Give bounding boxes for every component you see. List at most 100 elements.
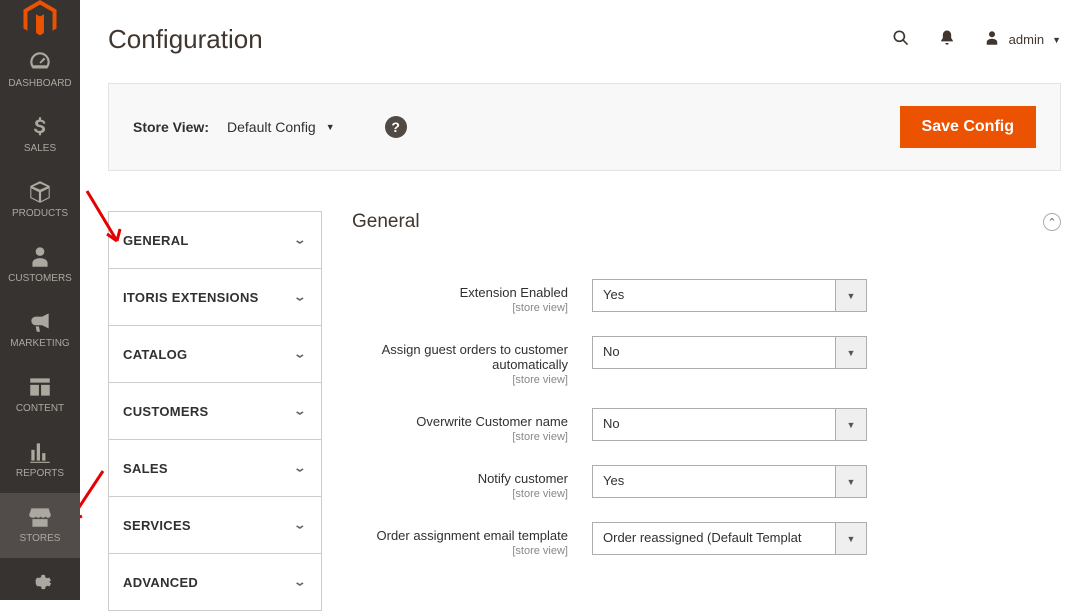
field-label: Notify customer <box>478 471 568 486</box>
chevron-down-icon: ⌄ <box>293 404 307 418</box>
field-scope-hint: [store view] <box>352 488 568 500</box>
admin-sidebar: DASHBOARD SALES PRODUCTS CUSTOMERS MARKE… <box>0 0 80 600</box>
magento-logo[interactable] <box>0 0 80 38</box>
nav-label: MARKETING <box>10 338 69 349</box>
page-title: Configuration <box>108 24 263 55</box>
field-label: Extension Enabled <box>460 285 568 300</box>
megaphone-icon <box>0 308 80 336</box>
select-value: Yes <box>593 466 835 497</box>
field-label: Overwrite Customer name <box>416 414 568 429</box>
field-assign-guest-orders: Assign guest orders to customer automati… <box>352 336 1061 386</box>
field-extension-enabled: Extension Enabled [store view] Yes ▼ <box>352 279 1061 314</box>
field-notify-customer: Notify customer [store view] Yes ▼ <box>352 465 1061 500</box>
caret-down-icon: ▼ <box>835 409 866 440</box>
store-view-label: Store View: <box>133 119 209 135</box>
tab-label: SALES <box>123 461 168 476</box>
layout-icon <box>0 373 80 401</box>
header-actions: admin ▼ <box>891 28 1061 51</box>
tab-advanced[interactable]: ADVANCED ⌄ <box>109 554 321 611</box>
select-order-assignment-email-template[interactable]: Order reassigned (Default Templat ▼ <box>592 522 867 555</box>
field-order-assignment-email-template: Order assignment email template [store v… <box>352 522 1061 557</box>
chevron-down-icon: ⌄ <box>293 233 307 247</box>
caret-down-icon: ▼ <box>835 280 866 311</box>
dollar-icon <box>0 113 80 141</box>
avatar-icon <box>983 29 1001 50</box>
caret-down-icon: ▼ <box>1052 35 1061 45</box>
chevron-down-icon: ⌄ <box>293 290 307 304</box>
help-icon[interactable]: ? <box>385 116 407 138</box>
chevron-down-icon: ⌄ <box>293 575 307 589</box>
tab-label: CATALOG <box>123 347 187 362</box>
sidebar-item-products[interactable]: PRODUCTS <box>0 168 80 233</box>
select-value: Yes <box>593 280 835 311</box>
nav-label: STORES <box>20 533 61 544</box>
bell-icon[interactable] <box>937 28 957 51</box>
select-extension-enabled[interactable]: Yes ▼ <box>592 279 867 312</box>
main-content: Configuration admin ▼ Store View: Defaul… <box>80 0 1089 611</box>
field-label: Assign guest orders to customer automati… <box>382 342 568 372</box>
tab-customers[interactable]: CUSTOMERS ⌄ <box>109 383 321 440</box>
search-icon[interactable] <box>891 28 911 51</box>
admin-account-menu[interactable]: admin ▼ <box>983 29 1061 50</box>
tab-label: ITORIS EXTENSIONS <box>123 290 259 305</box>
section-title-text: General <box>352 211 420 233</box>
select-assign-guest-orders[interactable]: No ▼ <box>592 336 867 369</box>
person-icon <box>0 243 80 271</box>
sidebar-item-reports[interactable]: REPORTS <box>0 428 80 493</box>
nav-label: PRODUCTS <box>12 208 68 219</box>
tab-label: SERVICES <box>123 518 191 533</box>
config-tabs: GENERAL ⌄ ITORIS EXTENSIONS ⌄ CATALOG ⌄ … <box>108 211 322 611</box>
section-header-general[interactable]: General ⌃ <box>352 211 1061 251</box>
field-scope-hint: [store view] <box>352 302 568 314</box>
chevron-down-icon: ⌄ <box>293 347 307 361</box>
caret-down-icon: ▼ <box>835 337 866 368</box>
config-columns: GENERAL ⌄ ITORIS EXTENSIONS ⌄ CATALOG ⌄ … <box>108 211 1061 611</box>
caret-down-icon: ▼ <box>835 523 866 554</box>
caret-down-icon: ▼ <box>326 122 335 132</box>
gear-icon <box>0 568 80 596</box>
field-label: Order assignment email template <box>377 528 568 543</box>
bar-chart-icon <box>0 438 80 466</box>
select-value: No <box>593 409 835 440</box>
sidebar-item-content[interactable]: CONTENT <box>0 363 80 428</box>
nav-label: REPORTS <box>16 468 64 479</box>
field-overwrite-customer-name: Overwrite Customer name [store view] No … <box>352 408 1061 443</box>
tab-services[interactable]: SERVICES ⌄ <box>109 497 321 554</box>
sidebar-item-dashboard[interactable]: DASHBOARD <box>0 38 80 103</box>
tab-catalog[interactable]: CATALOG ⌄ <box>109 326 321 383</box>
select-notify-customer[interactable]: Yes ▼ <box>592 465 867 498</box>
save-config-button[interactable]: Save Config <box>900 106 1036 148</box>
config-form: General ⌃ Extension Enabled [store view]… <box>352 211 1061 611</box>
sidebar-item-customers[interactable]: CUSTOMERS <box>0 233 80 298</box>
admin-username: admin <box>1009 32 1044 47</box>
select-value: No <box>593 337 835 368</box>
tab-label: GENERAL <box>123 233 189 248</box>
sidebar-item-marketing[interactable]: MARKETING <box>0 298 80 363</box>
sidebar-item-stores[interactable]: STORES <box>0 493 80 558</box>
page-header: Configuration admin ▼ <box>108 0 1061 83</box>
select-value: Order reassigned (Default Templat <box>593 523 835 554</box>
field-scope-hint: [store view] <box>352 374 568 386</box>
chevron-down-icon: ⌄ <box>293 461 307 475</box>
store-icon <box>0 503 80 531</box>
nav-label: CONTENT <box>16 403 64 414</box>
collapse-icon: ⌃ <box>1043 213 1061 231</box>
nav-label: SALES <box>24 143 56 154</box>
chevron-down-icon: ⌄ <box>293 518 307 532</box>
nav-label: DASHBOARD <box>8 78 71 89</box>
store-view-value: Default Config <box>227 119 316 135</box>
store-view-select[interactable]: Default Config ▼ <box>227 119 335 135</box>
tab-itoris-extensions[interactable]: ITORIS EXTENSIONS ⌄ <box>109 269 321 326</box>
gauge-icon <box>0 48 80 76</box>
field-scope-hint: [store view] <box>352 545 568 557</box>
caret-down-icon: ▼ <box>835 466 866 497</box>
tab-label: CUSTOMERS <box>123 404 209 419</box>
nav-label: CUSTOMERS <box>8 273 72 284</box>
field-scope-hint: [store view] <box>352 431 568 443</box>
box-icon <box>0 178 80 206</box>
sidebar-item-sales[interactable]: SALES <box>0 103 80 168</box>
tab-general[interactable]: GENERAL ⌄ <box>109 212 321 269</box>
tab-label: ADVANCED <box>123 575 198 590</box>
tab-sales[interactable]: SALES ⌄ <box>109 440 321 497</box>
select-overwrite-customer-name[interactable]: No ▼ <box>592 408 867 441</box>
